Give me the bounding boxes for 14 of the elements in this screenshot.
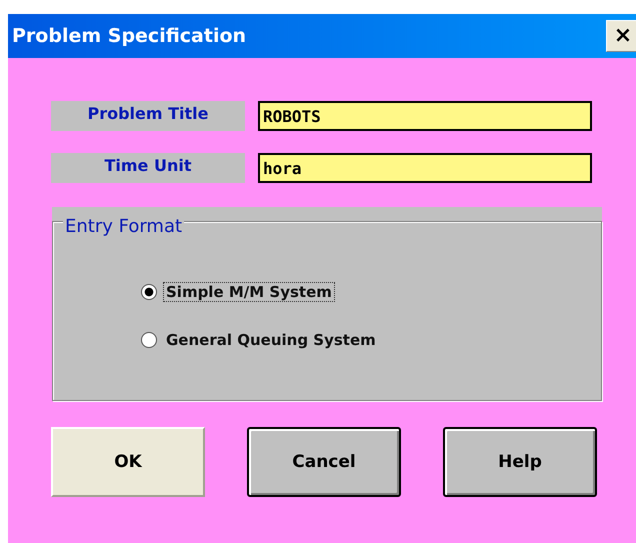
radio-button[interactable] bbox=[141, 284, 157, 300]
window-title: Problem Specification bbox=[12, 25, 246, 47]
radio-label[interactable]: Simple M/M System bbox=[163, 282, 335, 302]
group-legend: Entry Format bbox=[63, 216, 184, 237]
dialog-button[interactable]: Cancel bbox=[247, 427, 401, 497]
close-button[interactable]: × bbox=[606, 20, 636, 52]
radio-button[interactable] bbox=[141, 332, 157, 348]
radio-label[interactable]: General Queuing System bbox=[163, 330, 379, 350]
dialog-button[interactable]: OK bbox=[51, 427, 205, 497]
field-label: Problem Title bbox=[51, 101, 245, 131]
dialog-button[interactable]: Help bbox=[443, 427, 597, 497]
input-field[interactable]: ROBOTS bbox=[258, 101, 592, 131]
field-label: Time Unit bbox=[51, 153, 245, 183]
input-field[interactable]: hora bbox=[258, 153, 592, 183]
